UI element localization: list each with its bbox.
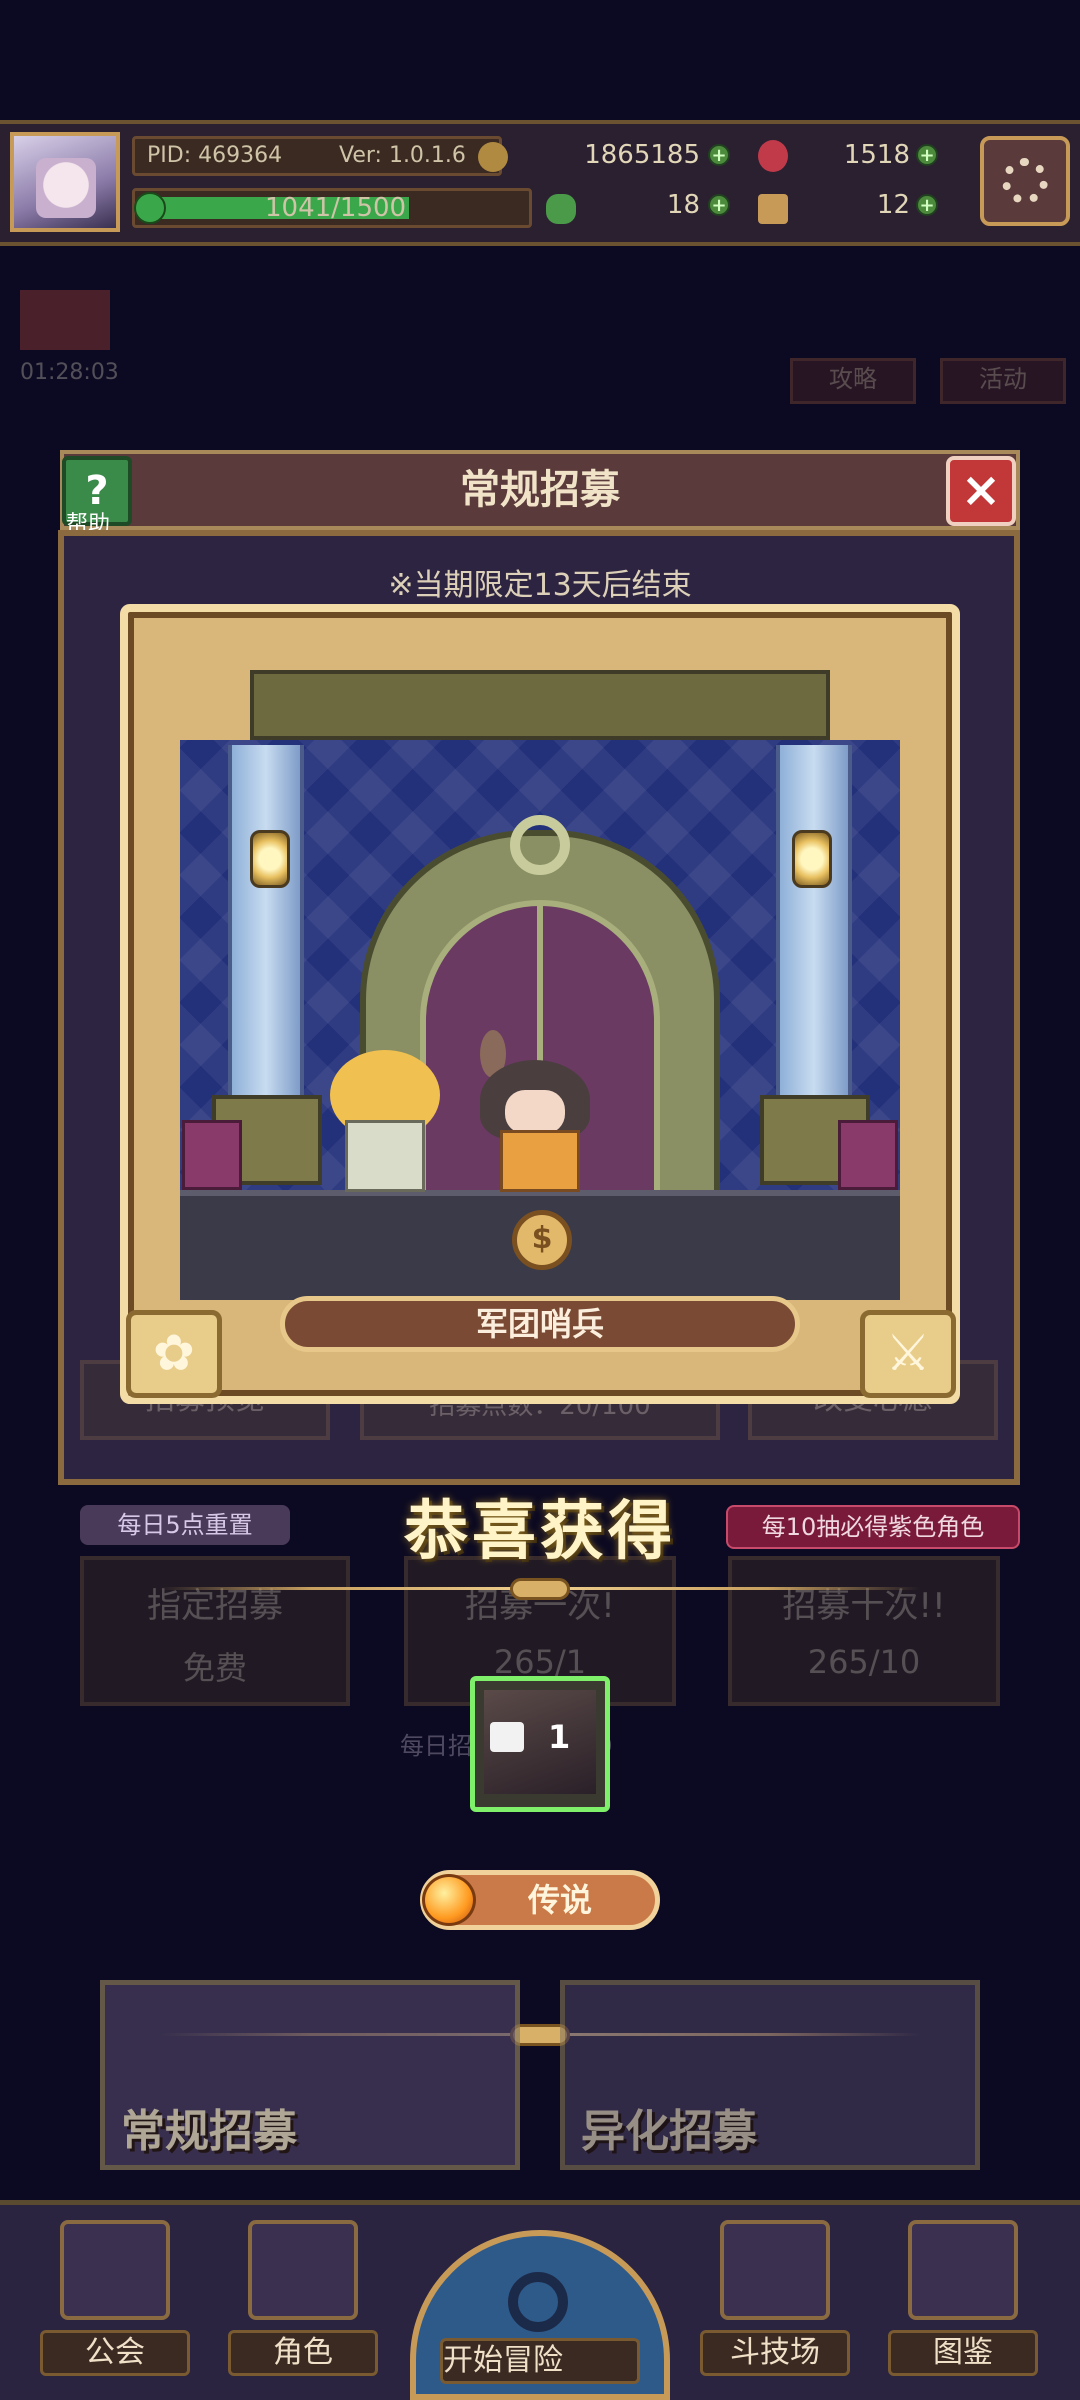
paw-badge-icon: ✿ xyxy=(126,1310,222,1398)
left-lamp-icon xyxy=(250,830,290,888)
key-icon xyxy=(758,194,788,224)
activity-button[interactable]: 活动 xyxy=(940,358,1066,404)
pid-text: PID: 469364 xyxy=(147,143,283,168)
rarity-gem-icon xyxy=(422,1874,476,1926)
nav-guild-label: 公会 xyxy=(40,2330,190,2376)
recruit-panel-title: 常规招募 xyxy=(460,467,620,513)
sword-badge-icon: ⚔ xyxy=(860,1310,956,1398)
left-pillar xyxy=(228,745,304,1095)
scene-lintel xyxy=(250,670,830,740)
recruit-ten-cost: 265/10 xyxy=(807,1643,921,1681)
nav-character-label: 角色 xyxy=(228,2330,378,2376)
nav-arena-label: 斗技场 xyxy=(700,2330,850,2376)
coin-emblem-icon: $ xyxy=(512,1210,572,1270)
gear-icon xyxy=(1002,158,1048,204)
gems-value: 1518 xyxy=(843,140,910,170)
exp-icon xyxy=(134,192,166,224)
pid-version-box: PID: 469364 Ver: 1.0.1.6 xyxy=(132,136,502,176)
variant-recruit-label: 异化招募 xyxy=(581,2106,757,2157)
nav-guild[interactable]: 公会 xyxy=(40,2220,190,2390)
exp-bar: 1041/1500 xyxy=(132,188,532,228)
clover-icon xyxy=(546,194,576,224)
normal-recruit-label: 常规招募 xyxy=(121,2106,297,2157)
codex-icon xyxy=(908,2220,1018,2320)
gift-icon[interactable] xyxy=(20,290,110,350)
add-keys-icon[interactable]: + xyxy=(916,194,938,216)
assigned-recruit-button[interactable]: 指定招募 免费 xyxy=(80,1556,350,1706)
gem-icon xyxy=(758,140,788,172)
nav-character[interactable]: 角色 xyxy=(228,2220,378,2390)
magnifier-icon xyxy=(508,2272,568,2332)
character-face xyxy=(505,1090,565,1134)
divider-ornament-icon xyxy=(510,1578,570,1600)
variant-recruit-banner[interactable]: 异化招募 xyxy=(560,1980,980,2170)
player-avatar[interactable] xyxy=(10,132,120,232)
item-count: 1 xyxy=(548,1718,571,1756)
recruit-ten-title: 招募十次!! xyxy=(782,1586,946,1626)
keys-value: 12 xyxy=(876,190,910,220)
guide-button[interactable]: 攻略 xyxy=(790,358,916,404)
recruit-ten-button[interactable]: 招募十次!! 265/10 xyxy=(728,1556,1000,1706)
normal-recruit-banner[interactable]: 常规招募 xyxy=(100,1980,520,2170)
assigned-recruit-title: 指定招募 xyxy=(147,1586,283,1626)
right-lamp-icon xyxy=(792,830,832,888)
moon-emblem-icon xyxy=(510,815,570,875)
right-pillar xyxy=(776,745,852,1095)
character-icon xyxy=(248,2220,358,2320)
nav-codex[interactable]: 图鉴 xyxy=(888,2220,1038,2390)
nav-adventure-label: 开始冒险 xyxy=(440,2338,640,2384)
settings-button[interactable] xyxy=(980,136,1070,226)
exp-text: 1041/1500 xyxy=(265,193,407,223)
event-timer: 01:28:03 xyxy=(20,360,119,385)
assigned-recruit-cost: 免费 xyxy=(182,1649,247,1687)
add-clover-icon[interactable]: + xyxy=(708,194,730,216)
clover-value: 18 xyxy=(666,190,700,220)
add-coins-icon[interactable]: + xyxy=(708,144,730,166)
recruit-panel-header: 常规招募 xyxy=(60,450,1020,530)
version-text: Ver: 1.0.1.6 xyxy=(339,143,466,168)
congrats-title: 恭喜获得 xyxy=(404,1495,676,1569)
character-body xyxy=(500,1130,580,1192)
limit-notice: ※当期限定13天后结束 xyxy=(388,568,692,603)
guild-icon xyxy=(60,2220,170,2320)
character-name: 军团哨兵 xyxy=(280,1296,800,1352)
wall-block xyxy=(182,1120,242,1190)
coin-icon xyxy=(478,142,508,172)
blonde-character-body xyxy=(345,1120,425,1192)
nav-codex-label: 图鉴 xyxy=(888,2330,1038,2376)
nav-adventure[interactable]: 开始冒险 xyxy=(440,2338,640,2384)
wall-block xyxy=(838,1120,898,1190)
crossed-swords-icon xyxy=(720,2220,830,2320)
shard-icon xyxy=(490,1722,524,1752)
nav-arena[interactable]: 斗技场 xyxy=(700,2220,850,2390)
status-bar: PID: 469364 Ver: 1.0.1.6 1041/1500 18651… xyxy=(0,120,1080,246)
add-gems-icon[interactable]: + xyxy=(916,144,938,166)
coins-value: 1865185 xyxy=(584,140,700,170)
close-button[interactable]: × xyxy=(946,456,1016,526)
